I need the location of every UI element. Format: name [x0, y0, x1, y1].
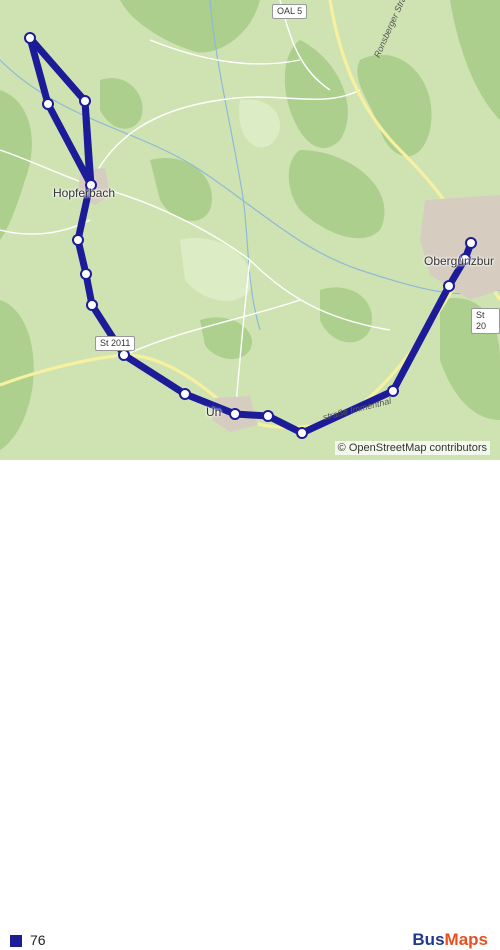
bus-stop-marker[interactable] — [79, 95, 91, 107]
bus-stop-marker[interactable] — [296, 427, 308, 439]
bus-stop-marker[interactable] — [80, 268, 92, 280]
map-background — [0, 0, 500, 450]
bus-stop-marker[interactable] — [465, 237, 477, 249]
place-label-untrasried: Un — [206, 405, 222, 419]
bus-stop-marker[interactable] — [86, 299, 98, 311]
bus-stop-marker[interactable] — [72, 234, 84, 246]
legend-line-label: 76 — [30, 932, 46, 948]
map-view[interactable]: Hopferbach Un Obergünzbur OAL 5 St 2011 … — [0, 0, 500, 460]
map-footer: 76 BusMaps — [0, 460, 500, 949]
place-label-hopferbach: Hopferbach — [53, 186, 116, 200]
brand-part-bus: Bus — [412, 930, 445, 949]
bus-stop-marker[interactable] — [42, 98, 54, 110]
bus-stop-marker[interactable] — [179, 388, 191, 400]
bus-stop-marker[interactable] — [443, 280, 455, 292]
bus-stop-marker[interactable] — [262, 410, 274, 422]
busmaps-logo[interactable]: BusMaps — [412, 930, 488, 950]
bus-stop-marker[interactable] — [24, 32, 36, 44]
road-shield-st2011: St 2011 — [95, 336, 136, 351]
map-attribution[interactable]: © OpenStreetMap contributors — [334, 441, 490, 455]
legend-color-swatch — [10, 935, 22, 947]
road-shield-st20: St 20 — [471, 308, 500, 334]
bus-stop-marker[interactable] — [118, 349, 130, 361]
bus-stop-marker[interactable] — [229, 408, 241, 420]
place-label-obergunzburg: Obergünzbur — [424, 254, 495, 268]
brand-part-maps: Maps — [444, 930, 488, 949]
road-shield-oal5: OAL 5 — [272, 4, 308, 19]
